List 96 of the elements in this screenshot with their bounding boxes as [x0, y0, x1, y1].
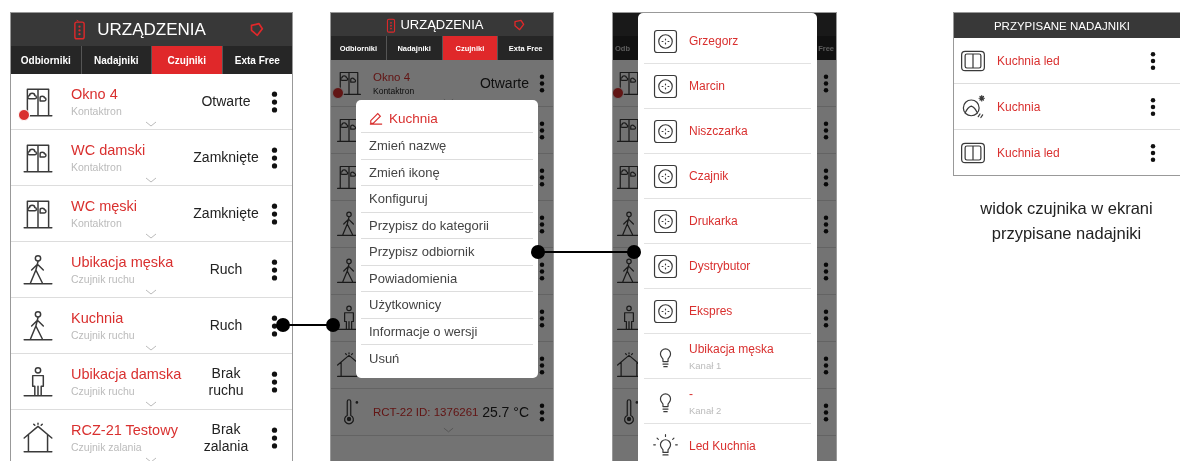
sensor-status: Zamknięte	[193, 205, 259, 222]
channel-label: Kanał 1	[689, 359, 723, 371]
sensor-status: Zamknięte	[193, 149, 259, 166]
receiver-item[interactable]: Czajnik	[644, 154, 811, 199]
transmitter-row[interactable]: Kuchnia led	[954, 38, 1180, 84]
remote-icon	[386, 16, 396, 33]
sensor-name: Kuchnia	[71, 310, 125, 326]
sensor-name: RCZ-21 Testowy	[71, 422, 179, 438]
sensor-type: Kontaktron	[71, 105, 123, 117]
sensor-name: RCT-22 ID: 1376261	[373, 406, 480, 418]
receiver-item[interactable]: Led Kuchnia	[644, 424, 811, 461]
more-options-icon[interactable]	[271, 202, 278, 225]
transmitter-name: Kuchnia led	[997, 53, 1061, 68]
sensor-row[interactable]: Ubikacja męska Czujnik ruchu Ruch	[11, 242, 292, 298]
socket-icon	[652, 207, 679, 235]
receiver-name: Ubikacja męska	[689, 341, 774, 356]
socket-icon	[652, 252, 679, 280]
socket-icon	[652, 72, 679, 100]
sensor-row[interactable]: WC męski Kontaktron Zamknięte	[11, 186, 292, 242]
sensor-status: Otwarte	[480, 74, 529, 92]
receiver-name: Drukarka	[689, 214, 738, 228]
receiver-name: Niszczarka	[689, 124, 748, 138]
receiver-name: Ekspres	[689, 304, 733, 318]
more-options-icon[interactable]	[1150, 143, 1156, 162]
screen-title: URZĄDZENIA	[400, 17, 484, 32]
walking-person-icon	[21, 308, 55, 343]
sensor-status: 25.7 °C	[482, 403, 529, 421]
bell-icon	[513, 18, 525, 31]
receiver-item[interactable]: Niszczarka	[644, 109, 811, 154]
sensor-name: Ubikacja damska	[71, 366, 183, 382]
standing-person-icon	[21, 364, 55, 399]
sensor-row[interactable]: Ubikacja damska Czujnik ruchu Brak ruchu	[11, 354, 292, 410]
more-options-icon[interactable]	[271, 90, 278, 113]
receiver-item[interactable]: Grzegorz	[644, 19, 811, 64]
sensor-type: Kontaktron	[71, 217, 123, 229]
socket-icon	[652, 27, 679, 55]
sensor-name: Okno 4	[373, 70, 412, 83]
menu-title: Kuchnia	[389, 110, 438, 126]
panel-title: PRZYPISANE NADAJNIKI	[954, 13, 1180, 38]
house-icon	[21, 420, 55, 455]
sensor-type: Czujnik ruchu	[71, 273, 136, 285]
receiver-name: Dystrybutor	[689, 259, 751, 273]
receiver-name: Grzegorz	[689, 34, 739, 48]
tab[interactable]: Czujniki	[151, 46, 222, 74]
caption: przypisane nadajniki	[991, 224, 1142, 243]
socket-icon	[652, 117, 679, 145]
tab[interactable]: Odbiorniki	[11, 46, 81, 74]
receiver-item[interactable]: Drukarka	[644, 199, 811, 244]
sensor-name: Okno 4	[71, 86, 119, 102]
sensor-type: Czujnik zalania	[71, 441, 143, 453]
sensor-type: Kontaktron	[373, 85, 416, 96]
screen-title: URZĄDZENIA	[97, 19, 206, 40]
receiver-name: -	[689, 386, 694, 401]
more-options-icon[interactable]	[271, 146, 278, 169]
more-options-icon[interactable]	[1150, 97, 1156, 116]
more-options-icon[interactable]	[271, 370, 278, 393]
receiver-item[interactable]: Ekspres	[644, 289, 811, 334]
sensor-status: Brak ruchu	[207, 364, 245, 399]
sensor-row[interactable]: WC damski Kontaktron Zamknięte	[11, 130, 292, 186]
connector-line	[276, 318, 340, 332]
sensor-type: Kontaktron	[71, 161, 123, 173]
sensor-name: Ubikacja męska	[71, 254, 175, 270]
sensor-status: Ruch	[208, 261, 244, 278]
sensor-row[interactable]: RCZ-21 Testowy Czujnik zalania Brak zalania	[11, 410, 292, 461]
receiver-item[interactable]: Ubikacja męska Kanał 1	[644, 334, 811, 379]
receiver-name: Led Kuchnia	[689, 439, 756, 453]
receiver-name: Marcin	[689, 79, 725, 93]
sensor-name: WC damski	[71, 142, 147, 158]
remote-icon	[73, 19, 86, 40]
more-options-icon[interactable]	[1150, 51, 1156, 70]
sensor-status: Ruch	[208, 317, 244, 334]
bell-icon	[249, 22, 264, 37]
walking-person-icon	[21, 252, 55, 287]
sensor-status: Brak zalania	[202, 420, 250, 455]
channel-label: Kanał 2	[689, 404, 722, 416]
caption: widok czujnika w ekrani	[980, 199, 1153, 218]
sensor-type: Czujnik ruchu	[71, 329, 136, 341]
transmitter-row[interactable]: Kuchnia	[954, 84, 1180, 130]
receiver-item[interactable]: Dystrybutor	[644, 244, 811, 289]
more-options-icon[interactable]	[271, 314, 278, 337]
pencil-icon	[369, 111, 383, 125]
sensor-name: WC męski	[71, 198, 139, 214]
socket-icon	[652, 297, 679, 325]
transmitter-row[interactable]: Kuchnia led	[954, 130, 1180, 175]
sensor-status: Otwarte	[200, 93, 252, 110]
sensor-type: Czujnik ruchu	[71, 385, 136, 397]
more-options-icon[interactable]	[271, 258, 278, 281]
receiver-item[interactable]: Marcin	[644, 64, 811, 109]
receiver-item[interactable]: - Kanał 2	[644, 379, 811, 424]
transmitter-name: Kuchnia led	[997, 145, 1061, 160]
tab[interactable]: Exta Free	[221, 46, 292, 74]
more-options-icon[interactable]	[271, 426, 278, 449]
receiver-name: Czajnik	[689, 169, 729, 183]
sensor-row[interactable]: Okno 4 Kontaktron Otwarte	[11, 74, 292, 130]
transmitter-name: Kuchnia	[997, 99, 1042, 114]
socket-icon	[652, 162, 679, 190]
